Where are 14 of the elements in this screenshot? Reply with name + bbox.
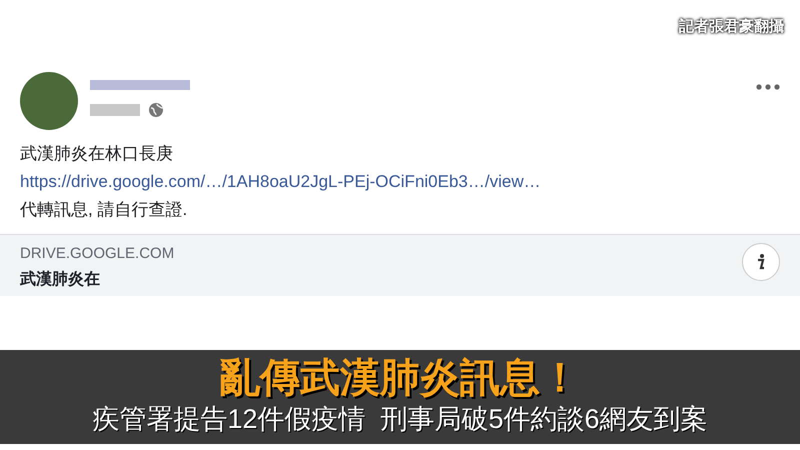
post-message: 武漢肺炎在林口長庚 [20, 143, 174, 165]
banner-subtitle: 疾管署提告12件假疫情 刑事局破5件約談6網友到案 [92, 403, 708, 436]
blurred-timestamp [90, 104, 140, 116]
reporter-credit: 記者張君豪翻攝 [679, 16, 784, 37]
info-icon [757, 254, 765, 270]
preview-title: 武漢肺炎在 [20, 270, 101, 290]
globe-icon [148, 102, 164, 118]
post-note: 代轉訊息, 請自行查證. [20, 199, 188, 221]
preview-domain: DRIVE.GOOGLE.COM [20, 244, 174, 264]
post-link[interactable]: https://drive.google.com/…/1AH8oaU2JgL-PEj-OCiFni0Eb3…/view… [20, 170, 780, 194]
banner-headline: 亂傳武漢肺炎訊息！ [220, 355, 580, 402]
more-options-icon[interactable] [756, 84, 780, 90]
info-button[interactable] [742, 243, 780, 281]
link-preview-card[interactable]: DRIVE.GOOGLE.COM 武漢肺炎在 [0, 234, 800, 296]
